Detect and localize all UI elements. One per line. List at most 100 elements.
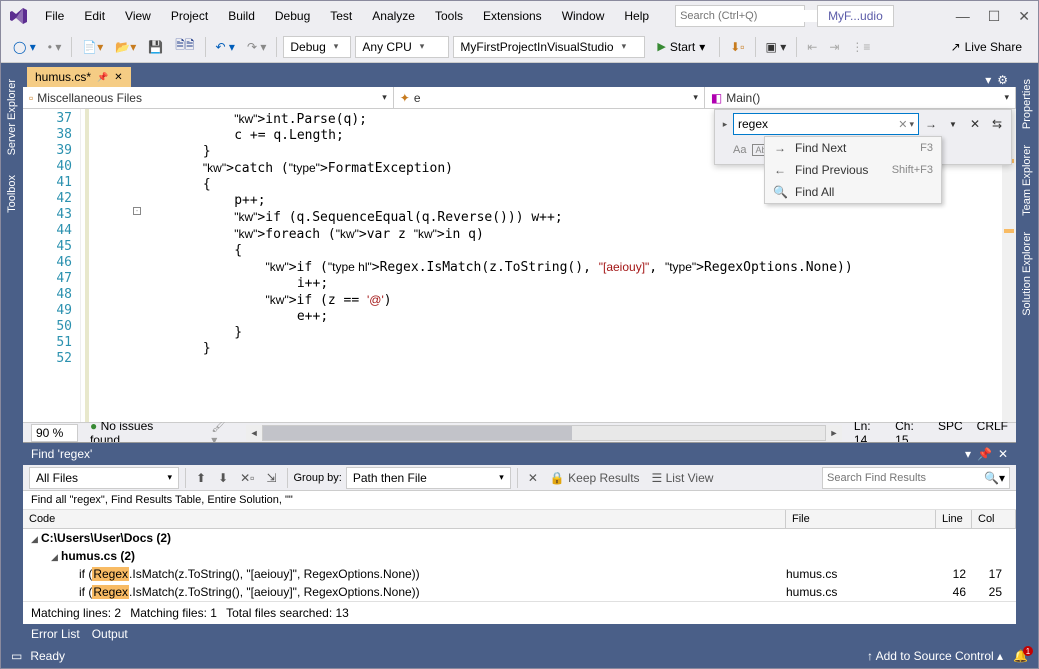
fr-title: Find 'regex' ▾📌✕ [23,443,1016,465]
tree-file[interactable]: ◢humus.cs (2) [23,547,1016,565]
find-clear-icon[interactable]: ✕ [898,118,907,131]
startup-combo[interactable]: MyFirstProjectInVisualStudio [453,36,645,58]
menu-tools[interactable]: Tools [427,5,471,27]
config-combo[interactable]: Debug [283,36,351,58]
fr-clear-button[interactable]: ✕▫ [236,469,258,487]
hscroll[interactable]: ◄ ► [246,425,842,441]
quick-search-input[interactable] [680,10,822,22]
main-toolbar: ◯ ▾ • ▾ 📄▾ 📂▾ 💾 🗎🗎 ↶ ▾ ↷ ▾ Debug Any CPU… [1,31,1038,63]
menu-window[interactable]: Window [554,5,613,27]
pin-icon[interactable]: 📌 [97,72,108,83]
find-dropdown-icon[interactable]: ▼ [943,114,963,134]
fr-prev-button[interactable]: ⬆ [192,469,210,487]
menu-build[interactable]: Build [220,5,263,27]
find-next-button[interactable]: → →Find NextF3←Find PreviousShift+F3🔍Fin… [921,114,941,134]
platform-combo[interactable]: Any CPU [355,36,449,58]
save-all-button[interactable]: 🗎🗎 [171,34,198,59]
match-case-button[interactable]: Aa [733,144,746,156]
btab-output[interactable]: Output [92,627,128,641]
fr-search-input[interactable] [827,472,984,484]
menu-file[interactable]: File [37,5,72,27]
rail-properties[interactable]: Properties [1019,71,1035,137]
nav-member[interactable]: ◧Main() [705,87,1016,108]
fr-delete-button[interactable]: ✕ [524,469,542,487]
outline-toggle[interactable]: - [133,207,141,215]
col-code[interactable]: Code [23,510,786,528]
nav-fwd-button[interactable]: • ▾ [44,38,66,56]
solution-name[interactable]: MyF...udio [817,5,894,27]
btab-error-list[interactable]: Error List [31,627,80,641]
start-button[interactable]: ▶Start ▾ [649,38,713,56]
tree-folder[interactable]: ◢C:\Users\User\Docs (2) [23,529,1016,547]
save-button[interactable]: 💾 [144,38,167,56]
comment-button[interactable]: ⋮≡ [847,38,874,56]
editor-status: 90 % ● No issues found 🖌 ▾ ◄ ► Ln: 14 Ch… [23,422,1016,442]
menu-analyze[interactable]: Analyze [364,5,423,27]
editor[interactable]: 37383940414243444546474849505152 - "kw">… [23,109,1016,422]
live-share-button[interactable]: ↗Live Share [943,38,1030,56]
tab-dropdown-icon[interactable]: ▾ [985,73,991,87]
indent-out-button[interactable]: ⇤ [803,38,821,56]
notifications-button[interactable]: 🔔1 [1013,649,1028,663]
fr-list-button[interactable]: ☰ List View [648,469,718,487]
find-close-icon[interactable]: ✕ [965,114,985,134]
fr-close-icon[interactable]: ✕ [998,447,1008,461]
zoom-combo[interactable]: 90 % [31,424,78,442]
quick-search[interactable]: 🔍 [675,5,805,27]
minimize-icon[interactable]: ― [956,8,970,25]
rail-team-explorer[interactable]: Team Explorer [1019,137,1035,224]
scroll-left-icon[interactable]: ◄ [246,428,262,438]
new-button[interactable]: 📄▾ [78,38,107,56]
find-menu-find-next[interactable]: →Find NextF3 [765,137,941,159]
rail-toolbox[interactable]: Toolbox [4,167,20,221]
col-line[interactable]: Line [936,510,972,528]
tab-close-icon[interactable]: ✕ [114,72,122,83]
find-split-icon[interactable]: ⇆ [987,114,1007,134]
fr-next-button[interactable]: ⬇ [214,469,232,487]
nav-back-button[interactable]: ◯ ▾ [9,38,40,56]
fr-pin-icon[interactable]: 📌 [977,447,992,461]
close-icon[interactable]: ✕ [1018,8,1030,25]
fr-filter-combo[interactable]: All Files [29,467,179,489]
result-row[interactable]: if (Regex.IsMatch(z.ToString(), "[aeiouy… [23,583,1016,601]
find-panel: ▸ ✕ ▾ → →Find NextF3←Find PreviousShift+… [714,109,1012,165]
fr-keep-button[interactable]: 🔒 Keep Results [546,469,644,487]
fr-search[interactable]: 🔍▾ [822,467,1010,489]
fr-group-combo[interactable]: Path then File [346,467,511,489]
rail-solution-explorer[interactable]: Solution Explorer [1019,224,1035,324]
menu-debug[interactable]: Debug [267,5,318,27]
col-file[interactable]: File [786,510,936,528]
open-button[interactable]: 📂▾ [111,38,140,56]
right-rail: PropertiesTeam ExplorerSolution Explorer [1016,63,1038,644]
indent-in-button[interactable]: ⇥ [825,38,843,56]
source-control-button[interactable]: ↑ Add to Source Control ▴ [867,649,1003,663]
result-row[interactable]: if (Regex.IsMatch(z.ToString(), "[aeiouy… [23,565,1016,583]
rail-server-explorer[interactable]: Server Explorer [4,71,20,163]
find-menu-find-previous[interactable]: ←Find PreviousShift+F3 [765,159,941,181]
redo-button[interactable]: ↷ ▾ [243,38,270,56]
undo-button[interactable]: ↶ ▾ [212,38,239,56]
find-history-icon[interactable]: ▾ [909,119,914,130]
find-menu-find-all[interactable]: 🔍Find All [765,181,941,203]
find-input[interactable]: ✕ ▾ [733,113,919,135]
step-button[interactable]: ⬇▫ [726,38,748,56]
find-text-input[interactable] [738,117,894,131]
scroll-right-icon[interactable]: ► [826,428,842,438]
browser-button[interactable]: ▣ ▾ [762,38,791,56]
hscroll-thumb[interactable] [263,426,572,440]
fr-menu-icon[interactable]: ▾ [965,447,971,461]
find-expand-icon[interactable]: ▸ [719,119,731,130]
fr-collapse-button[interactable]: ⇲ [262,469,280,487]
menu-view[interactable]: View [117,5,159,27]
menu-extensions[interactable]: Extensions [475,5,550,27]
tab-gear-icon[interactable]: ⚙ [997,73,1008,87]
nav-scope[interactable]: ▫Miscellaneous Files [23,87,394,108]
menu-help[interactable]: Help [616,5,657,27]
menu-project[interactable]: Project [163,5,216,27]
col-col[interactable]: Col [972,510,1016,528]
maximize-icon[interactable]: ☐ [988,8,1001,25]
menu-edit[interactable]: Edit [76,5,113,27]
menu-test[interactable]: Test [322,5,360,27]
tab-humus[interactable]: humus.cs* 📌 ✕ [27,67,131,87]
nav-type[interactable]: ✦e [394,87,705,108]
